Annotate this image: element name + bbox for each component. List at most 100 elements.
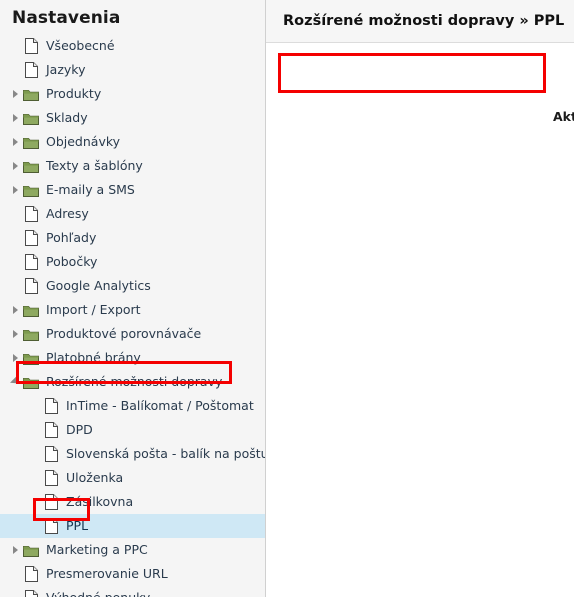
file-icon — [24, 62, 38, 78]
tree-item-import-export[interactable]: Import / Export — [0, 298, 265, 322]
file-icon — [22, 276, 40, 296]
tree-item-label: Pobočky — [46, 254, 98, 269]
tree-item-platobn-br-ny[interactable]: Platobné brány — [0, 346, 265, 370]
file-icon — [44, 470, 58, 486]
tree-item-v-hodn-ponuky[interactable]: Výhodné ponuky — [0, 586, 265, 597]
triangle-glyph — [10, 375, 22, 387]
settings-tree-page: Nastavenia Všeobecné Jazyky Produkty Sklady… — [0, 0, 574, 597]
file-icon — [22, 252, 40, 272]
folder-icon — [22, 156, 40, 176]
file-icon — [42, 468, 60, 488]
tree-item-poh-ady[interactable]: Pohľady — [0, 226, 265, 250]
file-icon — [24, 590, 38, 597]
folder-icon — [22, 132, 40, 152]
tree-item-sklady[interactable]: Sklady — [0, 106, 265, 130]
file-icon — [24, 38, 38, 54]
folder-icon — [23, 137, 39, 149]
tree-item-presmerovanie-url[interactable]: Presmerovanie URL — [0, 562, 265, 586]
tree-item-label: Uloženka — [66, 470, 124, 485]
folder-icon — [23, 329, 39, 341]
tree-item-label: Platobné brány — [46, 350, 141, 365]
tree-item-label: Import / Export — [46, 302, 141, 317]
folder-icon — [23, 89, 39, 101]
folder-icon — [23, 377, 39, 389]
file-icon — [42, 420, 60, 440]
file-icon — [44, 422, 58, 438]
tree-item-slovensk-po-ta-bal-k-na-po-tu[interactable]: Slovenská pošta - balík na poštu — [0, 442, 265, 466]
triangle-glyph — [12, 330, 18, 338]
tree-item-label: Výhodné ponuky — [46, 586, 150, 597]
file-icon — [22, 204, 40, 224]
chevron-right-icon[interactable] — [8, 538, 22, 562]
tree-item-label: Marketing a PPC — [46, 542, 148, 557]
tree-item-label: Všeobecné — [46, 38, 115, 53]
folder-icon — [23, 353, 39, 365]
tree-item-adresy[interactable]: Adresy — [0, 202, 265, 226]
tree-item-v-eobecn[interactable]: Všeobecné — [0, 34, 265, 58]
triangle-glyph — [12, 114, 18, 122]
folder-icon — [22, 324, 40, 344]
chevron-down-icon[interactable] — [8, 370, 22, 394]
folder-icon — [22, 540, 40, 560]
chevron-right-icon[interactable] — [8, 154, 22, 178]
tree-item-label: Sklady — [46, 110, 88, 125]
chevron-right-icon[interactable] — [8, 346, 22, 370]
file-icon — [44, 518, 58, 534]
tree-item-label: Slovenská pošta - balík na poštu — [66, 446, 266, 461]
chevron-right-icon[interactable] — [8, 106, 22, 130]
tree-item-label: Objednávky — [46, 134, 121, 149]
tree-item-z-silkovna[interactable]: Zásilkovna — [0, 490, 265, 514]
file-icon — [22, 60, 40, 80]
tree-item-jazyky[interactable]: Jazyky — [0, 58, 265, 82]
folder-icon — [23, 113, 39, 125]
tree-item-label: Jazyky — [46, 62, 86, 77]
tree-item-label: E-maily a SMS — [46, 182, 135, 197]
tree-item-ulo-enka[interactable]: Uloženka — [0, 466, 265, 490]
tree-item-marketing-a-ppc[interactable]: Marketing a PPC — [0, 538, 265, 562]
tree-item-label: PPL — [66, 518, 89, 533]
file-icon — [22, 36, 40, 56]
tree-item-e-maily-a-sms[interactable]: E-maily a SMS — [0, 178, 265, 202]
page-title: Nastavenia — [12, 8, 121, 28]
tree-item-pobo-ky[interactable]: Pobočky — [0, 250, 265, 274]
folder-icon — [23, 185, 39, 197]
file-icon — [42, 444, 60, 464]
tree-item-label: Pohľady — [46, 230, 97, 245]
chevron-right-icon[interactable] — [8, 298, 22, 322]
file-icon — [42, 516, 60, 536]
triangle-glyph — [12, 162, 18, 170]
chevron-right-icon[interactable] — [8, 178, 22, 202]
folder-icon — [23, 305, 39, 317]
content-header: Rozšírené možnosti dopravy » PPL — [266, 0, 574, 43]
file-icon — [24, 230, 38, 246]
file-icon — [22, 588, 40, 597]
folder-icon — [23, 161, 39, 173]
file-icon — [44, 446, 58, 462]
file-icon — [44, 494, 58, 510]
tree-item-texty-a-abl-ny[interactable]: Texty a šablóny — [0, 154, 265, 178]
triangle-glyph — [12, 354, 18, 362]
triangle-glyph — [12, 186, 18, 194]
chevron-right-icon[interactable] — [8, 82, 22, 106]
tree-item-produkty[interactable]: Produkty — [0, 82, 265, 106]
tree-item-roz-ren-mo-nosti-dopravy[interactable]: Rozšírené možnosti dopravy — [0, 370, 265, 394]
tree-item-produktov-porovn-va-e[interactable]: Produktové porovnávače — [0, 322, 265, 346]
tree-item-label: Produktové porovnávače — [46, 326, 202, 341]
tree-item-intime-bal-komat-po-tomat[interactable]: InTime - Balíkomat / Poštomat — [0, 394, 265, 418]
tree-item-ppl[interactable]: PPL — [0, 514, 265, 538]
file-icon — [44, 398, 58, 414]
tree-item-objedn-vky[interactable]: Objednávky — [0, 130, 265, 154]
tree-item-label: Presmerovanie URL — [46, 566, 168, 581]
tree-item-label: DPD — [66, 422, 93, 437]
chevron-right-icon[interactable] — [8, 130, 22, 154]
tree-item-google-analytics[interactable]: Google Analytics — [0, 274, 265, 298]
file-icon — [24, 206, 38, 222]
chevron-right-icon[interactable] — [8, 322, 22, 346]
folder-icon — [22, 348, 40, 368]
tree-item-dpd[interactable]: DPD — [0, 418, 265, 442]
